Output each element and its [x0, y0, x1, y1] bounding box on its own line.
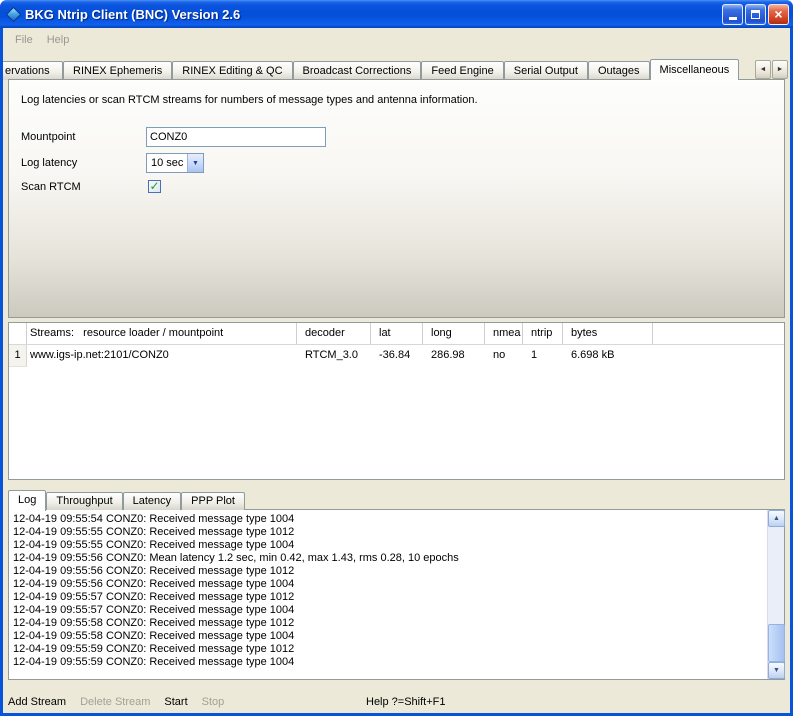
scan-rtcm-label: Scan RTCM	[21, 177, 81, 197]
minimize-button[interactable]	[722, 4, 743, 25]
window-title: BKG Ntrip Client (BNC) Version 2.6	[25, 7, 722, 22]
tab-observations-partial[interactable]: ervations	[3, 61, 63, 80]
tab-ppp-plot[interactable]: PPP Plot	[181, 492, 245, 510]
log-line: 12-04-19 09:55:57 CONZ0: Received messag…	[13, 604, 762, 617]
tab-scroll-right-button[interactable]: ►	[772, 60, 788, 79]
tab-throughput[interactable]: Throughput	[46, 492, 122, 510]
cell-mountpoint: www.igs-ip.net:2101/CONZ0	[27, 345, 297, 367]
header-decoder[interactable]: decoder	[297, 323, 371, 344]
tab-miscellaneous[interactable]: Miscellaneous	[650, 59, 740, 80]
start-button[interactable]: Start	[164, 696, 187, 708]
mountpoint-input[interactable]	[146, 127, 326, 147]
log-lines: 12-04-19 09:55:54 CONZ0: Received messag…	[13, 513, 762, 677]
cell-long: 286.98	[423, 345, 485, 367]
header-lat[interactable]: lat	[371, 323, 423, 344]
log-latency-select[interactable]: 10 sec ▼	[146, 153, 204, 173]
combo-dropdown-button[interactable]: ▼	[187, 154, 203, 172]
tab-outages[interactable]: Outages	[588, 61, 650, 80]
cell-nmea: no	[485, 345, 523, 367]
down-arrow-icon: ▼	[773, 667, 780, 674]
panel-description: Log latencies or scan RTCM streams for n…	[21, 94, 478, 106]
log-line: 12-04-19 09:55:56 CONZ0: Mean latency 1.…	[13, 552, 762, 565]
cell-lat: -36.84	[371, 345, 423, 367]
help-hint: Help ?=Shift+F1	[366, 696, 446, 708]
stop-button[interactable]: Stop	[202, 696, 225, 708]
scroll-down-button[interactable]: ▼	[768, 662, 785, 679]
cell-decoder: RTCM_3.0	[297, 345, 371, 367]
window-body: File Help ervations RINEX Ephemeris RINE…	[3, 28, 790, 713]
tab-broadcast-corrections[interactable]: Broadcast Corrections	[293, 61, 422, 80]
cell-filler	[653, 345, 784, 367]
app-window: BKG Ntrip Client (BNC) Version 2.6 × Fil…	[0, 0, 793, 716]
streams-header-row: Streams: resource loader / mountpoint de…	[9, 323, 784, 345]
header-ntrip[interactable]: ntrip	[523, 323, 563, 344]
menu-file[interactable]: File	[8, 31, 40, 49]
log-line: 12-04-19 09:55:57 CONZ0: Received messag…	[13, 591, 762, 604]
header-nmea[interactable]: nmea	[485, 323, 523, 344]
scan-rtcm-checkbox[interactable]: ✓	[148, 180, 161, 193]
main-tabbar: ervations RINEX Ephemeris RINEX Editing …	[3, 58, 790, 80]
log-view[interactable]: 12-04-19 09:55:54 CONZ0: Received messag…	[8, 509, 785, 680]
scroll-up-button[interactable]: ▲	[768, 510, 785, 527]
log-line: 12-04-19 09:55:58 CONZ0: Received messag…	[13, 630, 762, 643]
header-bytes[interactable]: bytes	[563, 323, 653, 344]
log-latency-value: 10 sec	[147, 154, 187, 172]
close-icon: ×	[774, 7, 782, 21]
log-line: 12-04-19 09:55:58 CONZ0: Received messag…	[13, 617, 762, 630]
log-line: 12-04-19 09:55:55 CONZ0: Received messag…	[13, 526, 762, 539]
window-controls: ×	[722, 4, 789, 25]
header-long[interactable]: long	[423, 323, 485, 344]
cell-ntrip: 1	[523, 345, 563, 367]
titlebar[interactable]: BKG Ntrip Client (BNC) Version 2.6 ×	[0, 0, 793, 28]
log-line: 12-04-19 09:55:59 CONZ0: Received messag…	[13, 643, 762, 656]
log-scrollbar[interactable]: ▲ ▼	[767, 510, 784, 679]
scrollbar-thumb[interactable]	[768, 624, 785, 662]
delete-stream-button[interactable]: Delete Stream	[80, 696, 150, 708]
add-stream-button[interactable]: Add Stream	[8, 696, 66, 708]
log-line: 12-04-19 09:55:54 CONZ0: Received messag…	[13, 513, 762, 526]
app-icon	[6, 6, 22, 22]
check-icon: ✓	[149, 180, 159, 192]
tab-latency[interactable]: Latency	[123, 492, 182, 510]
right-arrow-icon: ►	[777, 66, 784, 73]
log-latency-label: Log latency	[21, 153, 77, 173]
tab-scroll-buttons: ◄ ►	[755, 60, 788, 80]
maximize-icon	[751, 10, 760, 19]
tab-scroll-left-button[interactable]: ◄	[755, 60, 771, 79]
log-tabbar: Log Throughput Latency PPP Plot	[8, 488, 245, 510]
log-line: 12-04-19 09:55:56 CONZ0: Received messag…	[13, 578, 762, 591]
left-arrow-icon: ◄	[760, 66, 767, 73]
menu-help[interactable]: Help	[40, 31, 77, 49]
table-row[interactable]: 1 www.igs-ip.net:2101/CONZ0 RTCM_3.0 -36…	[9, 345, 784, 367]
miscellaneous-panel: Log latencies or scan RTCM streams for n…	[8, 79, 785, 318]
log-line: 12-04-19 09:55:59 CONZ0: Received messag…	[13, 656, 762, 669]
log-line: 12-04-19 09:55:55 CONZ0: Received messag…	[13, 539, 762, 552]
maximize-button[interactable]	[745, 4, 766, 25]
mountpoint-label: Mountpoint	[21, 127, 75, 147]
tab-rinex-editing-qc[interactable]: RINEX Editing & QC	[172, 61, 292, 80]
minimize-icon	[729, 17, 737, 20]
tab-log[interactable]: Log	[8, 490, 46, 511]
chevron-down-icon: ▼	[192, 160, 199, 167]
table-corner	[9, 323, 27, 344]
close-button[interactable]: ×	[768, 4, 789, 25]
cell-bytes: 6.698 kB	[563, 345, 653, 367]
streams-table: Streams: resource loader / mountpoint de…	[8, 322, 785, 480]
up-arrow-icon: ▲	[773, 515, 780, 522]
log-line: 12-04-19 09:55:56 CONZ0: Received messag…	[13, 565, 762, 578]
tab-serial-output[interactable]: Serial Output	[504, 61, 588, 80]
header-filler	[653, 323, 784, 344]
header-mountpoint[interactable]: Streams: resource loader / mountpoint	[27, 323, 297, 344]
row-header[interactable]: 1	[9, 345, 27, 367]
tab-rinex-ephemeris[interactable]: RINEX Ephemeris	[63, 61, 172, 80]
tab-feed-engine[interactable]: Feed Engine	[421, 61, 503, 80]
statusbar: Add Stream Delete Stream Start Stop Help…	[8, 692, 785, 712]
menubar: File Help	[3, 28, 790, 52]
